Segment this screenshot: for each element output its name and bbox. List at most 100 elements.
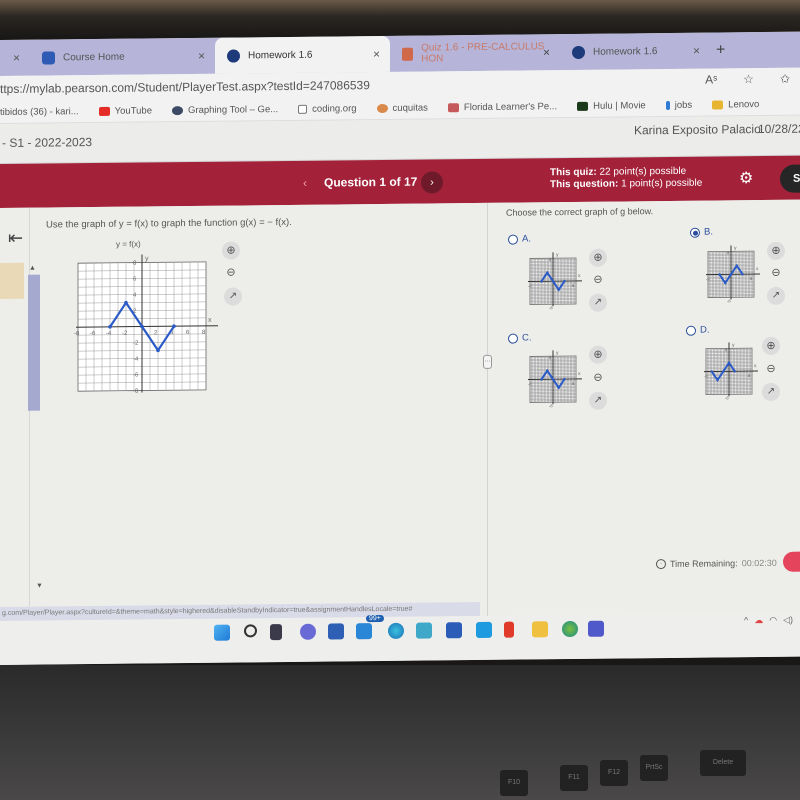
timer-label: Time Remaining:: [670, 558, 738, 569]
timer-value: 00:02:30: [741, 557, 777, 569]
option-a-zoom-in-icon[interactable]: ⊕: [589, 248, 607, 267]
store-icon[interactable]: [328, 623, 344, 640]
option-c-radio[interactable]: C.: [508, 332, 532, 344]
tab-close-icon[interactable]: ×: [373, 47, 380, 61]
scroll-up-arrow[interactable]: ▲: [29, 265, 36, 272]
option-b-radio[interactable]: B.: [690, 227, 713, 238]
edge-icon[interactable]: [388, 622, 404, 639]
tab-close-icon[interactable]: ×: [198, 49, 205, 63]
bookmark-cuquitas[interactable]: cuquitas: [376, 103, 428, 115]
tab-partial[interactable]: ×: [0, 40, 30, 76]
radio-d[interactable]: [686, 325, 696, 336]
onedrive-icon[interactable]: ☁: [754, 615, 763, 626]
settings-gear-icon[interactable]: ⚙: [739, 168, 753, 188]
bookmark-jobs[interactable]: jobs: [665, 100, 692, 111]
open-new-window-icon[interactable]: ↗: [224, 287, 242, 306]
option-a-radio[interactable]: A.: [508, 233, 531, 245]
url-text[interactable]: ttps://mylab.pearson.com/Student/PlayerT…: [0, 78, 370, 96]
option-a-open-icon[interactable]: ↗: [589, 293, 607, 312]
current-question-indicator[interactable]: [0, 262, 24, 299]
previous-question-button[interactable]: ‹: [296, 174, 314, 192]
tab-close-icon[interactable]: ×: [543, 45, 550, 59]
office-icon[interactable]: [504, 621, 514, 638]
y-axis-label: y: [145, 255, 149, 262]
radio-b[interactable]: [690, 227, 700, 238]
y-tick-label: -4: [133, 357, 139, 363]
option-b-graph[interactable]: xy8-88-8: [702, 245, 760, 304]
option-b-zoom-out-icon[interactable]: ⊖: [767, 264, 785, 282]
file-explorer-icon[interactable]: [532, 621, 548, 638]
zoom-out-icon[interactable]: ⊖: [222, 263, 240, 281]
y-axis-label: y: [556, 350, 559, 356]
pearson-favicon: [227, 48, 240, 63]
mail-icon[interactable]: [356, 623, 372, 640]
tab-label: Homework 1.6: [593, 45, 658, 58]
divider-handle[interactable]: ⋯: [483, 354, 492, 369]
tab-close-icon[interactable]: ×: [13, 51, 20, 65]
tab-close-icon[interactable]: ×: [693, 44, 700, 58]
scroll-down-arrow[interactable]: ▼: [36, 583, 43, 590]
start-icon[interactable]: [214, 624, 230, 641]
add-favorite-icon[interactable]: ☆: [743, 72, 754, 86]
word-icon[interactable]: [446, 622, 462, 639]
tab-homework[interactable]: Homework 1.6 ×: [560, 33, 710, 71]
tab-quiz[interactable]: Quiz 1.6 - PRE-CALCULUS HON ×: [390, 34, 560, 72]
cortana-icon[interactable]: [476, 621, 492, 639]
task-view-icon[interactable]: [270, 624, 282, 641]
scrollbar-thumb[interactable]: [28, 274, 40, 411]
wifi-icon[interactable]: ◠: [769, 615, 777, 626]
zoom-in-icon[interactable]: ⊕: [222, 241, 240, 260]
edge-dev-icon[interactable]: [562, 620, 578, 638]
radio-a[interactable]: [508, 234, 518, 245]
favorites-icon[interactable]: ✩: [780, 72, 790, 86]
points-info: This quiz: 22 point(s) possible This que…: [550, 166, 702, 192]
x-axis-label: x: [578, 371, 581, 377]
option-d-graph[interactable]: xy8-88-8: [700, 342, 758, 401]
submit-quiz-button[interactable]: [783, 551, 800, 572]
save-button[interactable]: S: [780, 164, 800, 193]
bookmark-florida-learner[interactable]: Florida Learner's Pe...: [447, 101, 557, 113]
option-b-open-icon[interactable]: ↗: [767, 286, 785, 305]
mail-badge: 99+: [366, 614, 384, 623]
option-a-graph[interactable]: xy8-88-8: [524, 252, 582, 311]
search-icon[interactable]: [244, 624, 257, 638]
option-b-zoom-in-icon[interactable]: ⊕: [767, 241, 785, 260]
option-d-open-icon[interactable]: ↗: [762, 382, 780, 402]
cuquitas-icon: [376, 103, 388, 114]
tab-label: Homework 1.6: [248, 49, 313, 61]
bookmark-coding[interactable]: coding.org: [298, 103, 357, 115]
option-d-radio[interactable]: D.: [686, 325, 710, 336]
tab-homework-active[interactable]: Homework 1.6 ×: [215, 35, 390, 74]
windows-taskbar: 99+ ^ ☁ ◠ ◁): [0, 612, 800, 665]
quiz-points-value: 22 point(s) possible: [599, 165, 687, 178]
bookmark-label: Hulu | Movie: [593, 100, 646, 112]
option-c-open-icon[interactable]: ↗: [589, 391, 607, 410]
key-delete: Delete: [700, 750, 746, 776]
option-c-zoom-in-icon[interactable]: ⊕: [589, 345, 607, 364]
user-name: Karina Exposito Palacio: [634, 122, 761, 138]
tab-course-home[interactable]: Course Home ×: [30, 38, 215, 76]
tab-label: Quiz 1.6 - PRE-CALCULUS HON: [421, 41, 545, 65]
key: F11: [560, 765, 588, 791]
option-c-zoom-out-icon[interactable]: ⊖: [589, 369, 607, 387]
teams-icon[interactable]: [588, 620, 604, 637]
bookmark-graphing-tool[interactable]: Graphing Tool – Ge...: [172, 104, 278, 116]
next-question-button[interactable]: ›: [421, 171, 443, 194]
lexia-icon[interactable]: [416, 622, 432, 639]
option-d-zoom-out-icon[interactable]: ⊖: [762, 360, 780, 378]
collapse-panel-icon[interactable]: ⇤: [8, 228, 23, 249]
option-a-zoom-out-icon[interactable]: ⊖: [589, 271, 607, 289]
bookmark-youtube[interactable]: YouTube: [98, 105, 152, 117]
bookmark-item[interactable]: tibidos (36) - kari...: [0, 106, 79, 118]
new-tab-button[interactable]: +: [716, 41, 725, 59]
volume-icon[interactable]: ◁): [783, 615, 793, 626]
bookmark-lenovo[interactable]: Lenovo: [712, 99, 759, 110]
read-aloud-icon[interactable]: Aˢ: [705, 72, 717, 86]
show-hidden-icons[interactable]: ^: [744, 615, 748, 626]
radio-c[interactable]: [508, 333, 518, 344]
chat-icon[interactable]: [300, 623, 316, 640]
option-d-zoom-in-icon[interactable]: ⊕: [762, 336, 780, 356]
bookmark-hulu[interactable]: Hulu | Movie: [577, 100, 646, 112]
y-axis-label: y: [556, 252, 559, 258]
option-c-graph[interactable]: xy8-88-8: [524, 350, 582, 409]
